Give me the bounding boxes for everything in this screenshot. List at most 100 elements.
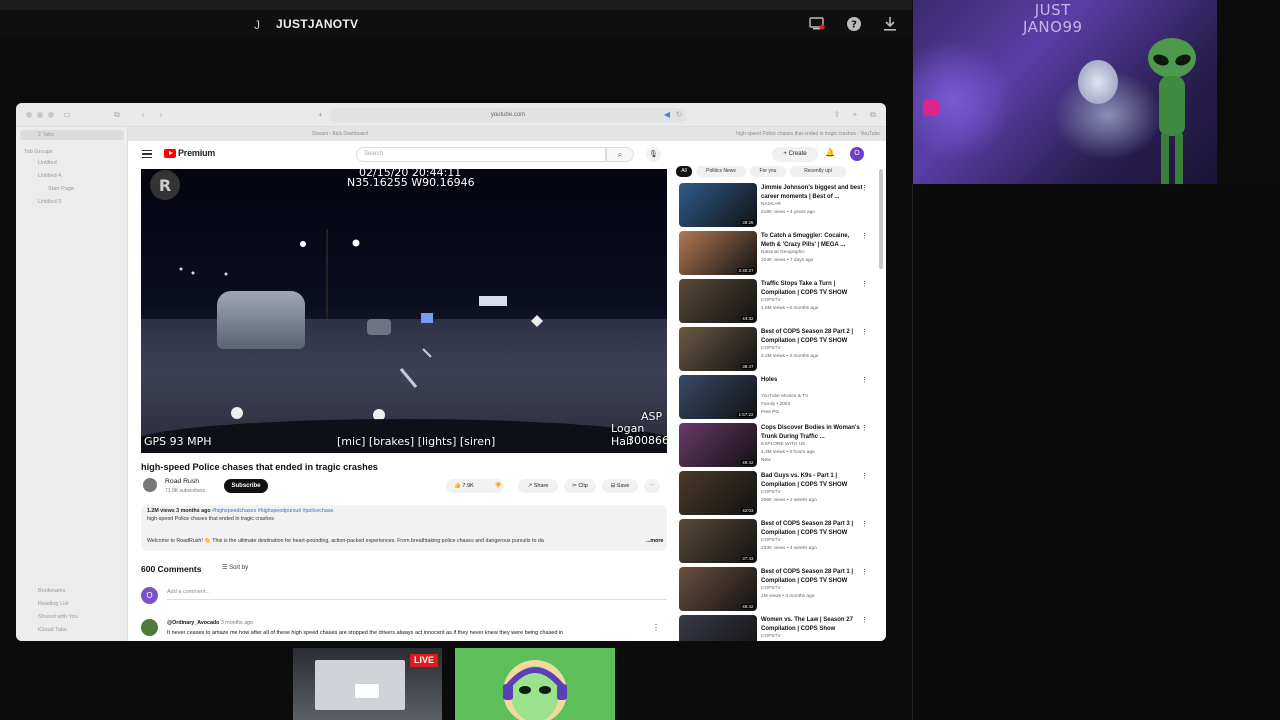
sidebar-icloud-tabs[interactable]: iCloud Tabs (38, 625, 67, 635)
related-channel[interactable]: COPSTV (761, 298, 781, 303)
address-bar[interactable]: youtube.com (330, 108, 686, 122)
help-icon[interactable]: ? (845, 15, 863, 33)
more-link[interactable]: ...more (646, 538, 663, 544)
user-avatar[interactable]: O (850, 147, 864, 161)
add-comment-input[interactable]: Add a comment... (167, 589, 667, 600)
sidebar-bookmarks[interactable]: Bookmarks (38, 586, 66, 596)
more-options-icon[interactable]: ⋮ (861, 520, 868, 528)
video-player[interactable]: R 02/15/20 20:44:11 N35.16255 W90.16946 … (141, 169, 667, 453)
comment-menu-icon[interactable]: ⋮ (652, 623, 660, 632)
tab-kick-dashboard[interactable]: Stream - Kick Dashboard (308, 129, 558, 139)
tab-overview-icon[interactable]: ⧉ (112, 110, 122, 120)
related-channel[interactable]: COPSTV (761, 634, 781, 639)
reload-icon[interactable]: ↻ (674, 110, 684, 120)
forward-icon[interactable]: › (156, 110, 166, 120)
more-options-icon[interactable]: ⋮ (861, 616, 868, 624)
sidebar-item-untitled[interactable]: Untitled (38, 158, 57, 168)
commenter-avatar[interactable] (141, 619, 158, 636)
search-button[interactable]: ⌕ (606, 147, 634, 162)
sidebar-tabs[interactable]: 2 Tabs (20, 130, 124, 140)
tabs-icon[interactable]: ⧉ (868, 110, 878, 120)
channel-avatar[interactable] (143, 478, 157, 492)
related-channel[interactable]: COPSTV (761, 586, 781, 591)
audio-icon[interactable]: ◀ (662, 110, 672, 120)
more-options-icon[interactable]: ⋮ (861, 376, 868, 384)
video-thumbnail[interactable]: 49:42 (679, 423, 757, 467)
video-thumbnail[interactable]: 38:47 (679, 327, 757, 371)
related-title[interactable]: Best of COPS Season 28 Part 1 | Compilat… (761, 568, 863, 585)
related-video[interactable]: 1:57:22 Holes YouTube Movies & TV Family • … (679, 375, 879, 421)
chip-all[interactable]: All (676, 166, 692, 177)
search-input[interactable]: Search (356, 147, 606, 162)
related-channel[interactable]: EXPLORE WITH US (761, 442, 805, 447)
video-thumbnail[interactable]: 44:32 (679, 279, 757, 323)
chip-for-you[interactable]: For you (750, 166, 786, 177)
more-options-icon[interactable]: ⋮ (861, 472, 868, 480)
video-thumbnail[interactable] (679, 615, 757, 641)
tab-youtube[interactable]: high-speed Police chases that ended in t… (708, 129, 886, 139)
chip-recent[interactable]: Recently upl (790, 166, 846, 177)
more-options-icon[interactable]: ⋮ (861, 232, 868, 240)
related-channel[interactable]: COPSTV (761, 346, 781, 351)
related-title[interactable]: Best of COPS Season 28 Part 2 | Compilat… (761, 328, 863, 345)
related-title[interactable]: Cops Discover Bodies in Woman's Trunk Du… (761, 424, 863, 441)
related-video[interactable]: 45:42 Best of COPS Season 28 Part 1 | Com… (679, 567, 879, 613)
hashtags[interactable]: #highspeedchases #highspeedpursuit #poli… (212, 508, 333, 514)
channel-avatar[interactable]: J (254, 18, 260, 32)
related-channel[interactable]: National Geographic (761, 250, 805, 255)
subscribe-button[interactable]: Subscribe (224, 479, 268, 493)
youtube-brand[interactable]: Premium (178, 148, 215, 158)
menu-icon[interactable] (142, 150, 152, 158)
related-title[interactable]: Women vs. The Law | Season 27 Compilatio… (761, 616, 863, 633)
create-button[interactable]: + Create (772, 147, 818, 162)
related-video[interactable]: 37:43 Best of COPS Season 28 Part 3 | Com… (679, 519, 879, 565)
chip-politics[interactable]: Politics News (696, 166, 746, 177)
more-actions-icon[interactable]: ⋯ (644, 479, 660, 493)
download-icon[interactable] (881, 15, 899, 33)
share-icon[interactable]: ⇪ (832, 110, 842, 120)
related-title[interactable]: To Catch a Smuggler: Cocaine, Meth & 'Cr… (761, 232, 863, 249)
save-button[interactable]: ⊟ Save (602, 479, 638, 493)
related-video[interactable]: 3:40:27 To Catch a Smuggler: Cocaine, Met… (679, 231, 879, 277)
more-options-icon[interactable]: ⋮ (861, 184, 868, 192)
related-title[interactable]: Traffic Stops Take a Turn | Compilation … (761, 280, 863, 297)
related-video[interactable]: 39:26 Jimmie Johnson's biggest and best c… (679, 183, 879, 229)
video-thumbnail[interactable]: 1:57:22 (679, 375, 757, 419)
share-button[interactable]: ↗ Share (518, 479, 558, 493)
dislike-icon[interactable]: 👎 (490, 479, 506, 493)
channel-name[interactable]: Road Rush (165, 478, 199, 485)
related-video[interactable]: 49:42 Cops Discover Bodies in Woman's Tru… (679, 423, 879, 469)
related-title[interactable]: Bad Guys vs. K9s - Part 1 | Compilation … (761, 472, 863, 489)
sidebar-item-start-page[interactable]: Start Page (48, 184, 74, 194)
sidebar-item-untitled-4[interactable]: Untitled 4 (38, 171, 61, 181)
shield-icon[interactable]: ◐ (316, 110, 326, 120)
related-channel[interactable]: COPSTV (761, 490, 781, 495)
sidebar-item-untitled-3[interactable]: Untitled 3 (38, 197, 61, 207)
more-options-icon[interactable]: ⋮ (861, 424, 868, 432)
video-thumbnail[interactable]: 3:40:27 (679, 231, 757, 275)
avatar-preview[interactable] (455, 648, 615, 720)
related-title[interactable]: Holes (761, 376, 863, 385)
new-tab-icon[interactable]: + (850, 110, 860, 120)
related-channel[interactable]: NASCAR (761, 202, 781, 207)
back-icon[interactable]: ‹ (138, 110, 148, 120)
related-video[interactable]: 38:47 Best of COPS Season 28 Part 2 | Com… (679, 327, 879, 373)
video-thumbnail[interactable]: 37:43 (679, 519, 757, 563)
related-channel[interactable]: COPSTV (761, 538, 781, 543)
scrollbar[interactable] (879, 169, 883, 269)
related-video[interactable]: 42:03 Bad Guys vs. K9s - Part 1 | Compila… (679, 471, 879, 517)
video-thumbnail[interactable]: 42:03 (679, 471, 757, 515)
description-box[interactable]: 1.2M views 3 months ago #highspeedchases… (141, 505, 667, 551)
sidebar-shared-with-you[interactable]: Shared with You (38, 612, 78, 622)
video-thumbnail[interactable]: 45:42 (679, 567, 757, 611)
sidebar-toggle-icon[interactable]: ▭ (62, 110, 72, 120)
related-channel[interactable]: YouTube Movies & TV (761, 394, 808, 399)
screen-share-icon[interactable] (808, 15, 826, 33)
commenter-name[interactable]: @Ordinary_Avocado 3 months ago (167, 620, 253, 626)
related-video[interactable]: 44:32 Traffic Stops Take a Turn | Compila… (679, 279, 879, 325)
video-thumbnail[interactable]: 39:26 (679, 183, 757, 227)
sort-by-button[interactable]: ☰ Sort by (222, 564, 248, 571)
youtube-logo-icon[interactable] (164, 149, 176, 158)
sidebar-reading-list[interactable]: Reading List (38, 599, 69, 609)
related-video[interactable]: Women vs. The Law | Season 27 Compilatio… (679, 615, 879, 641)
